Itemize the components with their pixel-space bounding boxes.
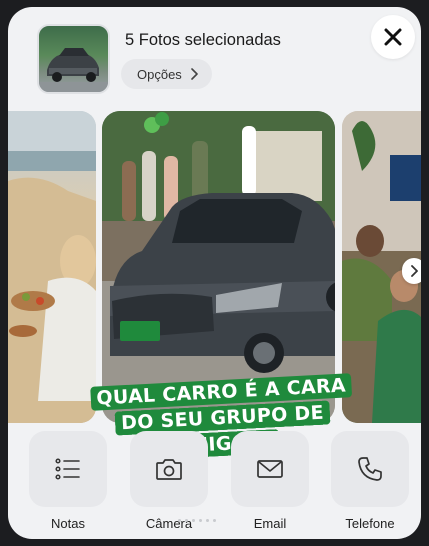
photo-slide-previous[interactable] [8, 111, 96, 423]
share-target-notes-label: Notas [51, 516, 85, 531]
close-icon [384, 28, 402, 46]
promo-headline: QUAL CARRO É A CARA DO SEU GRUPO DE AMIG… [78, 372, 367, 465]
options-label: Opções [137, 66, 182, 82]
share-target-camera[interactable] [130, 431, 208, 507]
close-button[interactable] [371, 15, 415, 59]
page-dot [185, 519, 188, 522]
options-button[interactable]: Opções [121, 59, 212, 89]
share-target-email[interactable] [231, 431, 309, 507]
selection-title: 5 Fotos selecionadas [125, 31, 281, 49]
mail-icon [257, 460, 283, 478]
page-dot [206, 519, 209, 522]
page-indicator [178, 519, 216, 522]
phone-icon [358, 457, 382, 481]
page-dot [213, 519, 216, 522]
share-target-notes[interactable] [29, 431, 107, 507]
page-dot [178, 519, 181, 522]
share-target-phone[interactable] [331, 431, 409, 507]
camera-icon [156, 459, 182, 480]
share-target-phone-label: Telefone [345, 516, 395, 531]
share-sheet: 5 Fotos selecionadas Opções QUAL CARRO É… [8, 7, 421, 539]
selected-photo-thumbnail[interactable] [37, 24, 110, 94]
chevron-right-icon [191, 68, 198, 80]
page-dot [192, 519, 195, 522]
chevron-right-icon [411, 265, 418, 277]
share-target-email-label: Email [253, 516, 287, 531]
notes-icon [55, 458, 80, 480]
next-slide-button[interactable] [402, 258, 421, 284]
page-dot [199, 519, 202, 522]
